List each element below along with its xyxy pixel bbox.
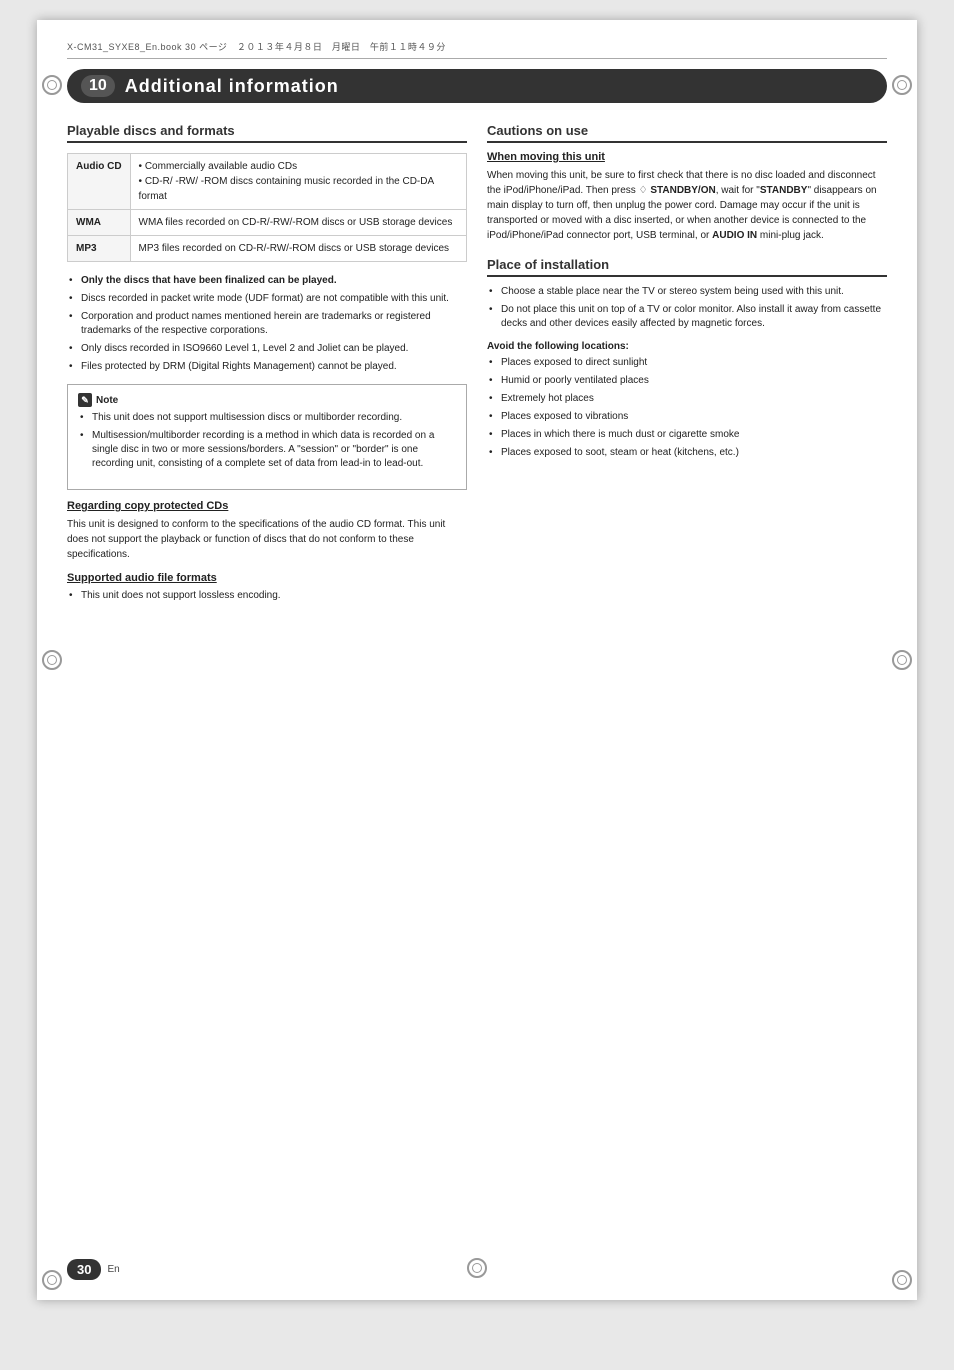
table-row: MP3 MP3 files recorded on CD-R/-RW/-ROM …: [68, 236, 467, 262]
moving-title: When moving this unit: [487, 151, 887, 163]
chapter-title: Additional information: [125, 76, 339, 97]
bottom-center-ornament: [467, 1258, 487, 1278]
list-item: Places exposed to soot, steam or heat (k…: [487, 446, 887, 460]
corner-ornament-ml: [42, 650, 62, 670]
table-row: WMA WMA files recorded on CD-R/-RW/-ROM …: [68, 210, 467, 236]
copy-protected-text: This unit is designed to conform to the …: [67, 517, 467, 562]
list-item: Files protected by DRM (Digital Rights M…: [67, 360, 467, 374]
corner-ornament-mr: [892, 650, 912, 670]
corner-ornament-tr: [892, 75, 912, 95]
list-item: Discs recorded in packet write mode (UDF…: [67, 292, 467, 306]
table-cell-desc: • Commercially available audio CDs • CD-…: [130, 154, 466, 210]
table-cell-desc: WMA files recorded on CD-R/-RW/-ROM disc…: [130, 210, 466, 236]
list-item: Corporation and product names mentioned …: [67, 310, 467, 338]
list-item: Places in which there is much dust or ci…: [487, 428, 887, 442]
corner-ornament-tl: [42, 75, 62, 95]
list-item: Humid or poorly ventilated places: [487, 374, 887, 388]
installation-bullets: Choose a stable place near the TV or ste…: [487, 285, 887, 331]
copy-protected-title: Regarding copy protected CDs: [67, 500, 467, 512]
cautions-title: Cautions on use: [487, 123, 887, 143]
chapter-number: 10: [81, 75, 115, 97]
list-item: This unit does not support lossless enco…: [67, 589, 467, 603]
note-icon: ✎: [78, 393, 92, 407]
corner-ornament-bl: [42, 1270, 62, 1290]
list-item: Places exposed to direct sunlight: [487, 356, 887, 370]
table-cell-desc: MP3 files recorded on CD-R/-RW/-ROM disc…: [130, 236, 466, 262]
note-title: ✎ Note: [78, 393, 456, 407]
list-item: Multisession/multiborder recording is a …: [78, 429, 456, 471]
list-item: Places exposed to vibrations: [487, 410, 887, 424]
playable-section-title: Playable discs and formats: [67, 123, 467, 143]
page-footer: 30 En: [67, 1259, 120, 1280]
page-number: 30: [67, 1259, 101, 1280]
playable-bullets: Only the discs that have been finalized …: [67, 274, 467, 374]
table-cell-label: WMA: [68, 210, 131, 236]
list-item: Only discs recorded in ISO9660 Level 1, …: [67, 342, 467, 356]
table-row: Audio CD • Commercially available audio …: [68, 154, 467, 210]
chapter-header: 10 Additional information: [67, 69, 887, 103]
page-container: X-CM31_SYXE8_En.book 30 ページ ２０１３年４月８日 月曜…: [37, 20, 917, 1300]
file-info: X-CM31_SYXE8_En.book 30 ページ ２０１３年４月８日 月曜…: [67, 40, 446, 53]
list-item: Only the discs that have been finalized …: [67, 274, 467, 288]
installation-title: Place of installation: [487, 257, 887, 277]
avoid-bullets: Places exposed to direct sunlight Humid …: [487, 356, 887, 460]
top-bar: X-CM31_SYXE8_En.book 30 ページ ２０１３年４月８日 月曜…: [67, 40, 887, 59]
avoid-title: Avoid the following locations:: [487, 341, 887, 352]
left-column: Playable discs and formats Audio CD • Co…: [67, 123, 467, 613]
supported-audio-bullets: This unit does not support lossless enco…: [67, 589, 467, 603]
content-area: Playable discs and formats Audio CD • Co…: [67, 123, 887, 613]
table-cell-label: MP3: [68, 236, 131, 262]
format-table: Audio CD • Commercially available audio …: [67, 153, 467, 262]
list-item: Extremely hot places: [487, 392, 887, 406]
supported-audio-title: Supported audio file formats: [67, 572, 467, 584]
moving-text: When moving this unit, be sure to first …: [487, 168, 887, 243]
list-item: This unit does not support multisession …: [78, 411, 456, 425]
page-lang: En: [107, 1264, 119, 1275]
right-column: Cautions on use When moving this unit Wh…: [487, 123, 887, 613]
corner-ornament-br: [892, 1270, 912, 1290]
note-box: ✎ Note This unit does not support multis…: [67, 384, 467, 490]
note-bullets: This unit does not support multisession …: [78, 411, 456, 471]
list-item: Do not place this unit on top of a TV or…: [487, 303, 887, 331]
list-item: Choose a stable place near the TV or ste…: [487, 285, 887, 299]
table-cell-label: Audio CD: [68, 154, 131, 210]
